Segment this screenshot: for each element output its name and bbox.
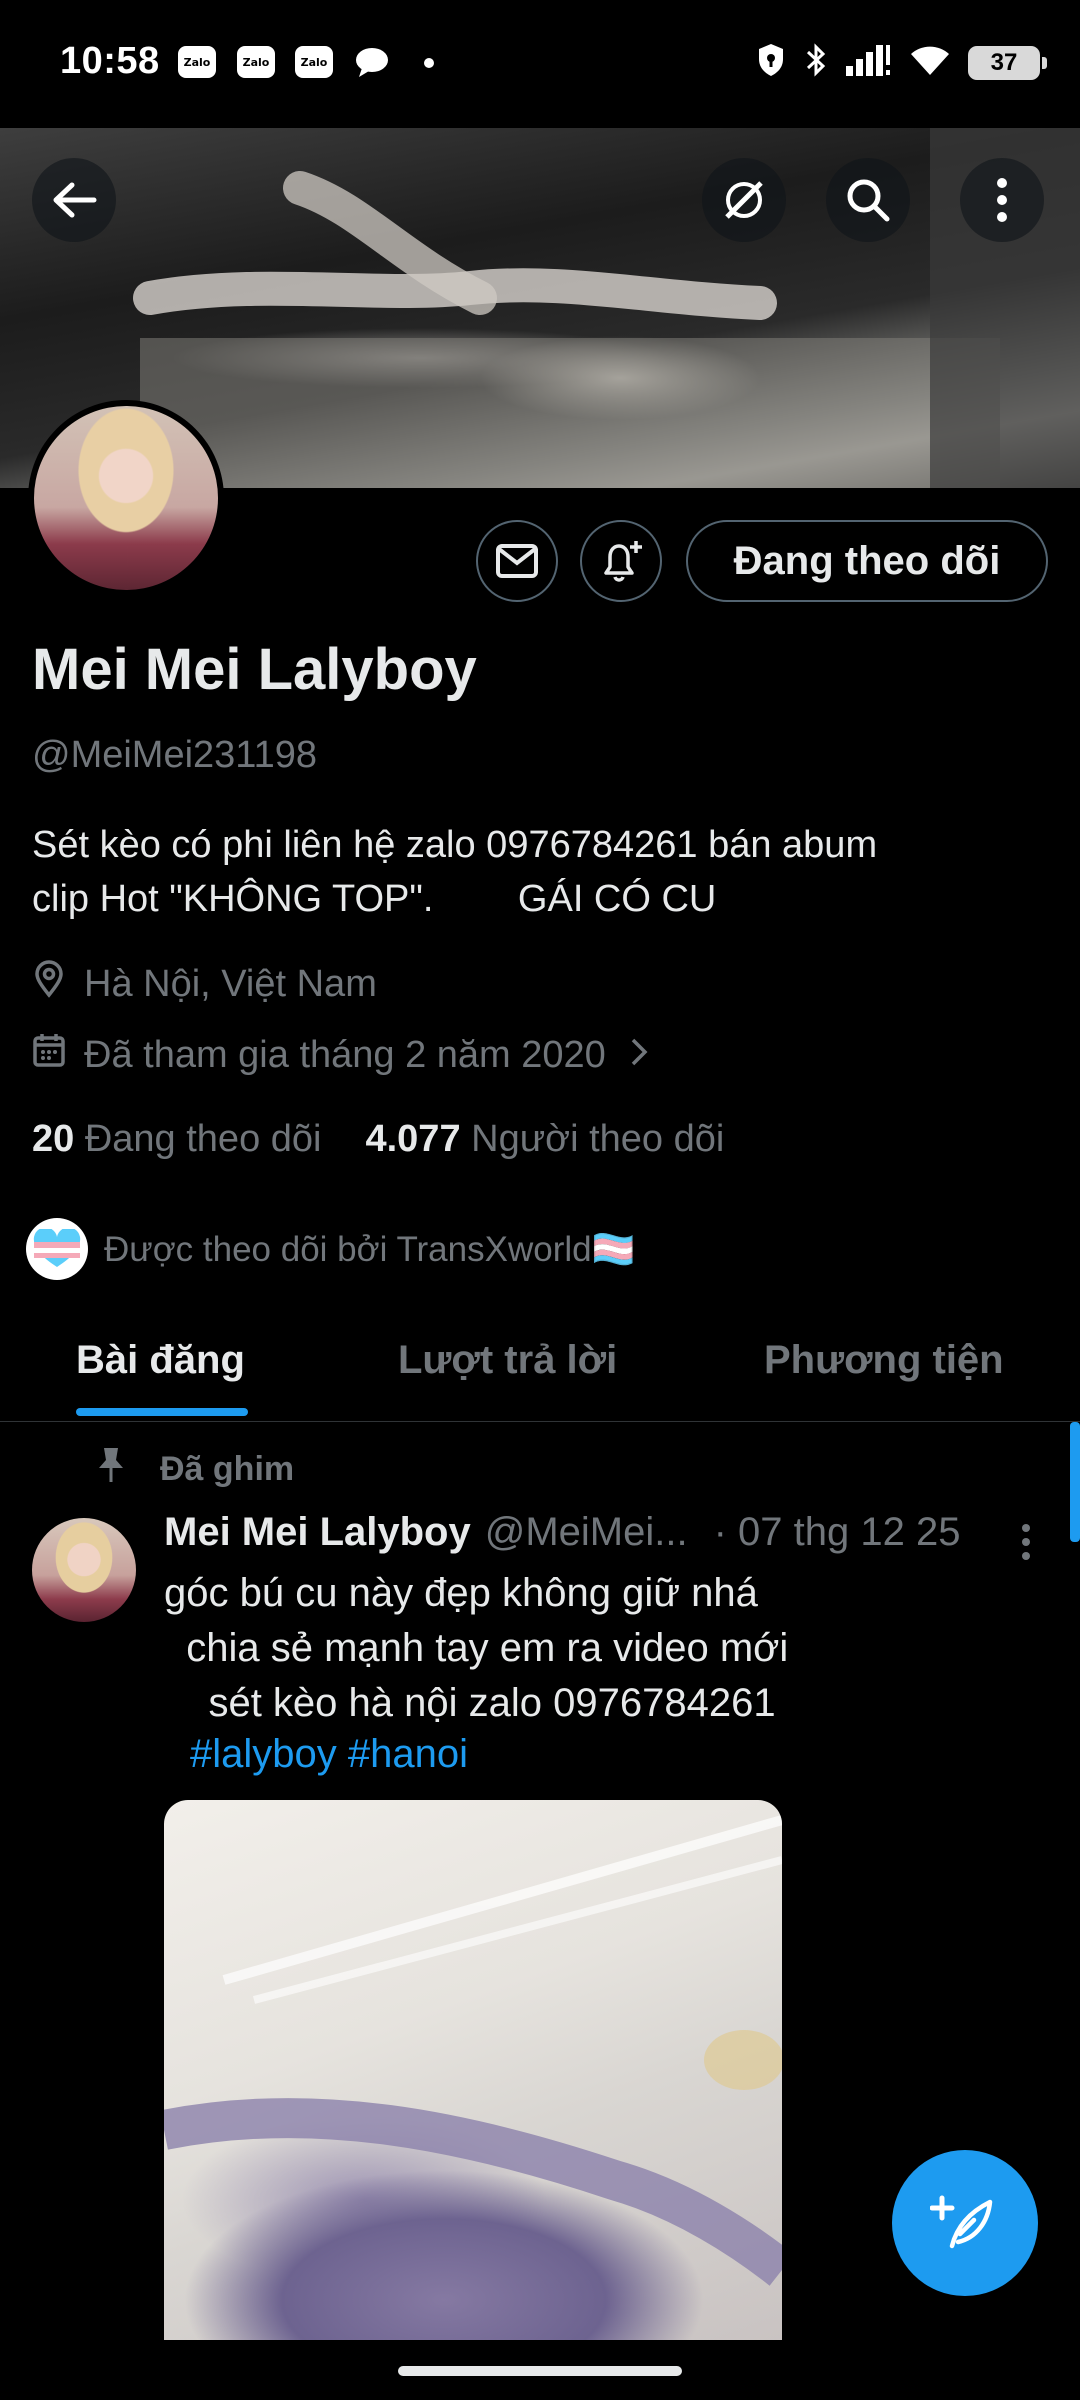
location-pin-icon	[32, 960, 66, 1008]
follower-avatar	[26, 1218, 88, 1280]
following-count: 20	[32, 1118, 75, 1160]
signal-icon	[846, 44, 892, 81]
post-header: Mei Mei Lalyboy @MeiMei... · 07 thg 12 2…	[164, 1510, 960, 1555]
followers-count-link[interactable]: 4.077 Người theo dõi	[365, 1118, 724, 1161]
status-icons: 37	[756, 42, 1047, 83]
avatar-image	[34, 406, 218, 590]
tab-media[interactable]: Phương tiện	[764, 1338, 1004, 1383]
profile-tabs: Bài đăng Lượt trả lời Phương tiện	[0, 1300, 1080, 1422]
compose-post-button[interactable]	[892, 2150, 1038, 2296]
chevron-right-icon	[630, 1034, 648, 1077]
profile-handle: @MeiMei231198	[32, 734, 318, 776]
location-row: Hà Nội, Việt Nam	[32, 960, 377, 1008]
zalo-notification-icon: Zalo	[295, 46, 333, 78]
more-notifications-dot-icon	[424, 58, 434, 68]
zalo-notification-icon: Zalo	[178, 46, 216, 78]
bluetooth-icon	[804, 42, 828, 83]
joined-text: Đã tham gia tháng 2 năm 2020	[84, 1033, 606, 1076]
calendar-icon	[32, 1032, 66, 1078]
following-label: Đang theo dõi	[84, 1118, 322, 1160]
joined-row[interactable]: Đã tham gia tháng 2 năm 2020	[32, 1032, 648, 1078]
chat-bubble-icon	[354, 46, 390, 83]
message-button[interactable]	[476, 520, 558, 602]
active-tab-indicator	[76, 1408, 248, 1416]
pin-icon	[96, 1446, 126, 1493]
grok-icon[interactable]	[702, 158, 786, 242]
home-gesture-bar[interactable]	[398, 2366, 682, 2376]
battery-icon: 37	[968, 45, 1047, 80]
status-bar: 10:58 Zalo Zalo Zalo 37	[0, 0, 1080, 128]
post-author-handle[interactable]: @MeiMei...	[485, 1510, 688, 1555]
post-date[interactable]: · 07 thg 12 25	[714, 1510, 961, 1555]
notifications-bell-button[interactable]	[580, 520, 662, 602]
post-author-avatar[interactable]	[32, 1518, 136, 1622]
pinned-text: Đã ghim	[160, 1450, 295, 1488]
followers-label: Người theo dõi	[471, 1118, 725, 1160]
tab-posts[interactable]: Bài đăng	[76, 1338, 245, 1383]
status-time: 10:58	[60, 40, 160, 82]
post-hashtags[interactable]: #lalyboy #hanoi	[190, 1732, 468, 1777]
follow-counts: 20 Đang theo dõi 4.077 Người theo dõi	[32, 1118, 724, 1161]
vpn-shield-icon	[756, 42, 786, 83]
post-text: góc bú cu này đẹp không giữ nhá chia sẻ …	[164, 1571, 789, 1725]
profile-avatar[interactable]	[28, 400, 224, 596]
followed-by-text: Được theo dõi bởi TransXworld🏳️‍⚧️	[104, 1229, 636, 1269]
location-text: Hà Nội, Việt Nam	[84, 962, 377, 1005]
post-media-image[interactable]	[164, 1800, 782, 2340]
search-button[interactable]	[826, 158, 910, 242]
profile-bio: Sét kèo có phi liên hệ zalo 0976784261 b…	[32, 824, 878, 920]
following-count-link[interactable]: 20 Đang theo dõi	[32, 1118, 321, 1161]
post-more-icon[interactable]	[1020, 1522, 1032, 1567]
zalo-notification-icon: Zalo	[237, 46, 275, 78]
wifi-icon	[910, 44, 950, 81]
back-button[interactable]	[32, 158, 116, 242]
following-button[interactable]: Đang theo dõi	[686, 520, 1048, 602]
more-options-button[interactable]	[960, 158, 1044, 242]
pinned-label-row: Đã ghim	[96, 1446, 294, 1493]
profile-name: Mei Mei Lalyboy	[32, 637, 477, 702]
tab-replies[interactable]: Lượt trả lời	[398, 1338, 617, 1383]
followers-count: 4.077	[365, 1118, 461, 1160]
followed-by-row[interactable]: Được theo dõi bởi TransXworld🏳️‍⚧️	[26, 1218, 635, 1280]
scrollbar[interactable]	[1070, 1422, 1080, 1542]
post-author-name[interactable]: Mei Mei Lalyboy	[164, 1510, 471, 1555]
